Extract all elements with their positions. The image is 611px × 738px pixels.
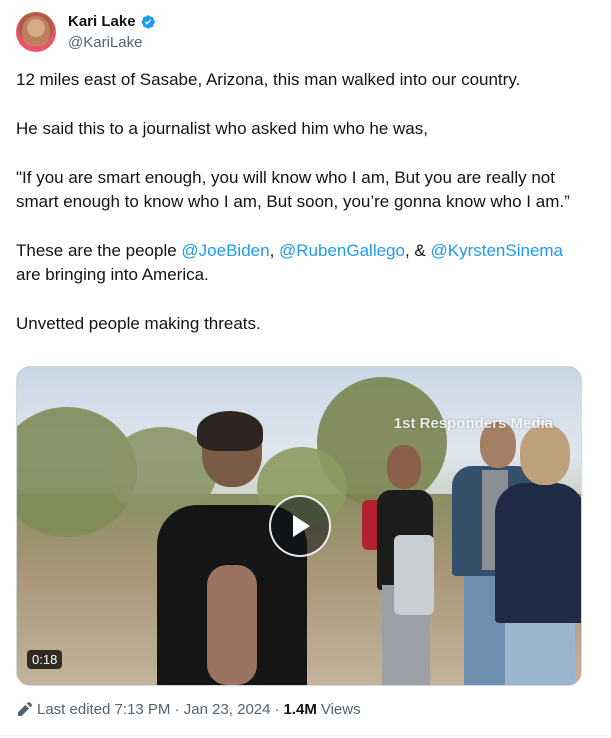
tweet-paragraph-mentions: These are the people @JoeBiden, @RubenGa… bbox=[16, 239, 591, 287]
tweet: Kari Lake @KariLake 12 miles east of Sas… bbox=[0, 0, 611, 738]
text-fragment: , bbox=[269, 241, 280, 260]
text-fragment: , & bbox=[404, 241, 431, 260]
author-display-name[interactable]: Kari Lake bbox=[68, 13, 136, 30]
tweet-paragraph: 12 miles east of Sasabe, Arizona, this m… bbox=[16, 70, 521, 89]
mention-link-rubengallego[interactable]: @RubenGallego bbox=[279, 241, 405, 260]
avatar-image bbox=[22, 16, 50, 46]
pencil-edit-icon bbox=[18, 701, 32, 716]
video-person-woman-navy-hoodie bbox=[495, 425, 581, 685]
text-fragment: are bringing into America. bbox=[16, 265, 209, 284]
mention-link-joebiden[interactable]: @JoeBiden bbox=[181, 241, 269, 260]
avatar[interactable] bbox=[16, 12, 56, 52]
author-name-row: Kari Lake bbox=[68, 13, 156, 30]
tweet-paragraph: Unvetted people making threats. bbox=[16, 314, 261, 333]
mention-link-kyrstensinema[interactable]: @KyrstenSinema bbox=[430, 241, 563, 260]
tweet-paragraph: He said this to a journalist who asked h… bbox=[16, 119, 428, 138]
edited-timestamp[interactable]: Last edited 7:13 PM · Jan 23, 2024 bbox=[37, 701, 271, 718]
video-person-woman-backpack bbox=[362, 445, 452, 685]
tweet-text: 12 miles east of Sasabe, Arizona, this m… bbox=[16, 68, 591, 361]
video-duration: 0:18 bbox=[27, 650, 63, 669]
text-fragment: These are the people bbox=[16, 241, 182, 260]
views-count: 1.4M bbox=[283, 701, 317, 718]
views-label: Views bbox=[320, 701, 361, 718]
verified-badge-icon bbox=[141, 14, 155, 29]
tweet-paragraph: "If you are smart enough, you will know … bbox=[16, 168, 570, 211]
tweet-meta: Last edited 7:13 PM · Jan 23, 2024 · 1.4… bbox=[16, 701, 361, 718]
play-button[interactable] bbox=[269, 495, 331, 557]
video-player[interactable]: 1st Responders Media 0:18 bbox=[16, 366, 582, 686]
author-handle[interactable]: @KariLake bbox=[68, 34, 142, 51]
play-icon bbox=[293, 515, 310, 537]
video-watermark: 1st Responders Media bbox=[393, 415, 553, 432]
meta-separator: · bbox=[274, 701, 280, 718]
divider bbox=[0, 735, 611, 736]
